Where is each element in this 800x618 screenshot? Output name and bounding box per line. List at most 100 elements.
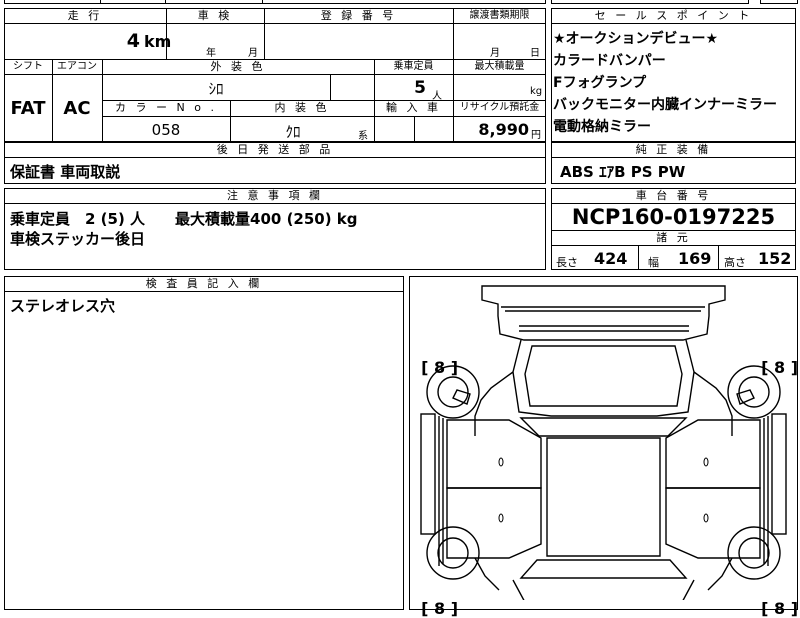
table-line xyxy=(102,116,546,117)
bracket-open: [ xyxy=(761,358,769,377)
max-load-label: 最大積載量 xyxy=(474,61,525,72)
hood-outline xyxy=(512,339,695,417)
recycle-deposit-value: 8,990 xyxy=(478,120,529,139)
table-line xyxy=(330,74,331,100)
shift-value: FAT xyxy=(10,98,46,119)
table-line xyxy=(4,291,404,292)
door-handle-icon xyxy=(703,513,709,523)
sales-points-list: ★オークションデビュー★ カラードバンパー Fフォグランプ バックモニター内臓イ… xyxy=(553,28,777,138)
door-handle-icon xyxy=(498,513,504,523)
recycle-deposit-label: リサイクル預託金 xyxy=(459,102,540,113)
table-line xyxy=(4,203,546,204)
notes-label: 注 意 事 項 欄 xyxy=(227,189,323,202)
bracket-open: [ xyxy=(761,599,769,618)
list-item: Fフォグランプ xyxy=(553,75,647,91)
top-remnant-far-right xyxy=(760,0,798,4)
shift-label: シフト xyxy=(13,61,43,72)
width-value: 169 xyxy=(678,249,712,268)
table-line xyxy=(551,203,796,204)
interior-color-unit: 系 xyxy=(358,131,368,142)
top-remnant-divider xyxy=(262,0,263,4)
table-line xyxy=(4,157,546,158)
tire-depth-value: 8 xyxy=(774,358,786,377)
wheel-rear-right xyxy=(727,526,781,580)
hood-inner xyxy=(524,345,683,407)
mileage-unit: km xyxy=(144,32,172,51)
bracket-close: ] xyxy=(790,599,799,618)
table-line xyxy=(718,245,719,270)
width-label: 幅 xyxy=(648,256,659,269)
trunk-outline xyxy=(512,579,695,600)
table-line xyxy=(4,74,546,75)
top-remnant-divider xyxy=(165,0,166,4)
inspection-year-unit: 年 xyxy=(206,48,216,59)
mileage-value: 4 xyxy=(126,30,140,52)
side-marker-right xyxy=(771,413,787,535)
mileage-label: 走 行 xyxy=(67,9,103,22)
later-parts-label: 後 日 発 送 部 品 xyxy=(216,143,334,156)
aircon-value: AC xyxy=(63,98,91,119)
table-line xyxy=(4,23,546,24)
list-item: カラードバンパー xyxy=(553,53,666,69)
table-line xyxy=(414,116,415,142)
list-item: 電動格納ミラー xyxy=(553,119,651,135)
interior-color-label: 内 装 色 xyxy=(274,101,330,114)
transfer-day-unit: 日 xyxy=(530,48,540,59)
bracket-open: [ xyxy=(421,358,429,377)
capacity-value: 5 xyxy=(414,78,426,98)
table-line xyxy=(638,245,639,270)
color-no-label: カ ラ ー N o . xyxy=(115,101,217,114)
rear-window xyxy=(519,559,688,579)
bracket-close: ] xyxy=(790,358,799,377)
side-marker-left xyxy=(420,413,436,535)
rear-pillar-right xyxy=(707,557,733,591)
tire-depth-front-right: [ 8 ] xyxy=(750,339,798,377)
windshield xyxy=(519,417,688,437)
inspection-label: 車 検 xyxy=(197,9,233,22)
door-handle-icon xyxy=(703,457,709,467)
tire-depth-rear-left: [ 8 ] xyxy=(410,580,458,618)
equipment-value: ABS ｴｱB PS PW xyxy=(560,163,686,181)
table-line xyxy=(551,245,796,246)
aircon-label: エアコン xyxy=(57,61,97,72)
chassis-value: NCP160-0197225 xyxy=(571,205,776,229)
transfer-month-unit: 月 xyxy=(490,48,500,59)
chassis-label: 車 台 番 号 xyxy=(635,189,712,202)
front-bumper-outline xyxy=(481,285,726,341)
bracket-close: ] xyxy=(450,358,459,377)
a-pillar-right xyxy=(693,371,733,436)
right-rear-door xyxy=(665,487,761,559)
length-value: 424 xyxy=(594,249,628,268)
length-label: 長さ xyxy=(556,256,578,269)
height-value: 152 xyxy=(758,249,792,268)
tire-depth-value: 8 xyxy=(434,358,446,377)
rear-pillar-left xyxy=(474,557,500,591)
transfer-deadline-label: 譲渡書類期限 xyxy=(469,10,530,21)
top-remnant-row xyxy=(4,0,546,4)
list-item: バックモニター内臓インナーミラー xyxy=(553,97,777,113)
door-handle-icon xyxy=(498,457,504,467)
a-pillar-left xyxy=(474,371,514,436)
inspector-box xyxy=(4,276,404,610)
roof-outline xyxy=(546,437,661,557)
exterior-color-value: ｼﾛ xyxy=(208,80,224,98)
left-rear-door xyxy=(446,487,542,559)
left-front-door xyxy=(446,419,542,489)
top-remnant-right xyxy=(551,0,749,4)
inspector-value: ステレオレス穴 xyxy=(10,297,116,315)
top-remnant-divider xyxy=(100,0,101,4)
interior-color-value: ｸﾛ xyxy=(285,123,301,141)
max-load-unit: kg xyxy=(530,86,543,97)
inspector-label: 検 査 員 記 入 欄 xyxy=(145,277,263,290)
capacity-unit: 人 xyxy=(432,91,442,102)
tire-depth-value: 8 xyxy=(774,599,786,618)
tire-depth-value: 8 xyxy=(434,599,446,618)
inspection-month-unit: 月 xyxy=(248,48,258,59)
specs-label: 諸 元 xyxy=(656,231,691,244)
notes-line-1: 乗車定員 2 (5) 人 最大積載量400 (250) kg xyxy=(10,210,358,228)
notes-line-2: 車検ステッカー後日 xyxy=(10,230,146,248)
bracket-close: ] xyxy=(450,599,459,618)
bracket-open: [ xyxy=(421,599,429,618)
right-front-door xyxy=(665,419,761,489)
table-line xyxy=(551,157,796,158)
